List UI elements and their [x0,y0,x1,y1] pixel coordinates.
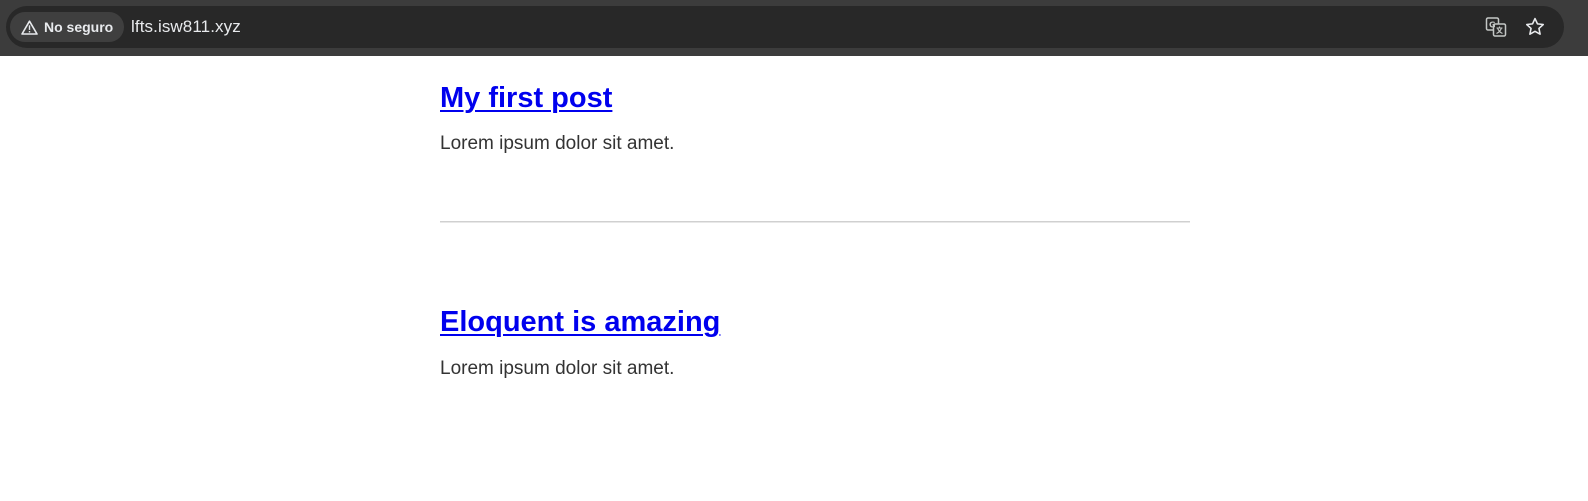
post-excerpt: Lorem ipsum dolor sit amet. [440,133,675,154]
post-title-link[interactable]: Eloquent is amazing [440,306,720,338]
security-indicator-button[interactable]: No seguro [10,12,125,42]
post-excerpt: Lorem ipsum dolor sit amet. [440,358,675,379]
security-label: No seguro [44,19,114,35]
post-article: Eloquent is amazing Lorem ipsum dolor si… [440,304,720,381]
post-divider [440,221,1190,223]
post-title-link[interactable]: My first post [440,82,612,114]
translate-icon[interactable]: G [1484,15,1508,39]
url-text[interactable]: lfts.isw811.xyz [131,16,241,38]
svg-text:G: G [1489,21,1496,30]
post-article: My first post Lorem ipsum dolor sit amet… [440,80,674,156]
address-bar[interactable]: No seguro lfts.isw811.xyz G [6,6,1564,48]
page-viewport: My first post Lorem ipsum dolor sit amet… [0,56,1588,501]
post-title: Eloquent is amazing [440,304,720,340]
bookmark-star-icon[interactable] [1523,15,1547,39]
warning-icon [21,19,38,35]
post-title: My first post [440,80,674,116]
browser-toolbar: No seguro lfts.isw811.xyz G [0,0,1588,56]
